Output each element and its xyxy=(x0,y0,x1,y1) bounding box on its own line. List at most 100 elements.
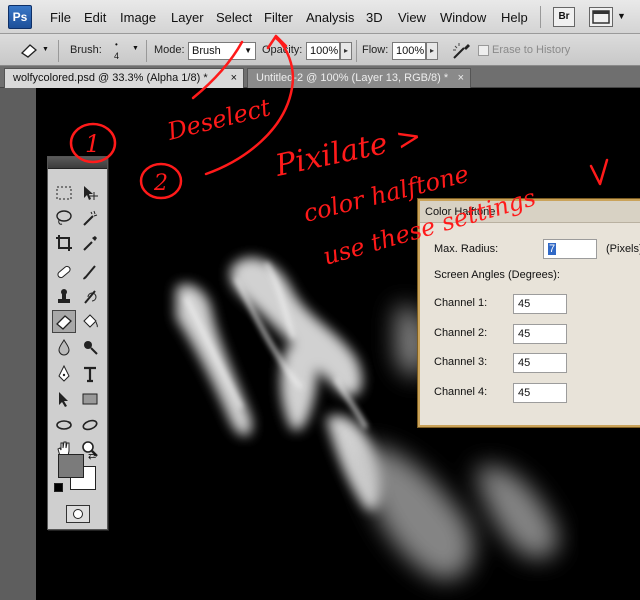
crop-tool[interactable] xyxy=(52,231,76,254)
default-colors-icon[interactable] xyxy=(54,483,63,492)
move-tool[interactable] xyxy=(78,181,102,204)
flow-slider-button[interactable]: ▸ xyxy=(426,42,438,60)
eraser-tool[interactable] xyxy=(52,310,76,333)
move-icon xyxy=(84,185,98,200)
eraser-tool-preset[interactable]: ▼ xyxy=(18,41,49,61)
menu-image[interactable]: Image xyxy=(120,10,156,25)
brush-preset-picker[interactable]: • 4 ▼ xyxy=(108,40,142,62)
brush-dot-icon: • xyxy=(115,40,118,49)
brush-tool[interactable] xyxy=(78,260,102,283)
blur-tool[interactable] xyxy=(52,335,76,358)
mode-select[interactable]: Brush ▼ xyxy=(188,42,256,60)
opacity-slider-button[interactable]: ▸ xyxy=(340,42,352,60)
3d-orbit-icon xyxy=(82,419,98,430)
foreground-color-swatch[interactable] xyxy=(58,454,84,478)
eraser-icon xyxy=(20,44,38,58)
path-selection-tool[interactable] xyxy=(52,387,76,410)
airbrush-button[interactable] xyxy=(450,40,472,62)
tools-panel-grip[interactable] xyxy=(48,157,107,169)
magic-wand-tool[interactable] xyxy=(78,206,102,229)
3d-rotate-icon xyxy=(56,419,72,430)
chevron-down-icon[interactable]: ▼ xyxy=(617,11,626,21)
menu-file[interactable]: File xyxy=(50,10,71,25)
menu-select[interactable]: Select xyxy=(216,10,252,25)
menu-layer[interactable]: Layer xyxy=(171,10,204,25)
menu-analysis[interactable]: Analysis xyxy=(306,10,354,25)
stamp-icon xyxy=(58,288,70,303)
bridge-button[interactable]: Br xyxy=(553,7,575,27)
menu-help[interactable]: Help xyxy=(501,10,528,25)
drop-icon xyxy=(58,338,70,355)
quick-mask-icon xyxy=(73,509,83,519)
tab-label: Untitled-2 @ 100% (Layer 13, RGB/8) * xyxy=(256,72,449,84)
paint-bucket-tool[interactable] xyxy=(78,310,102,333)
history-brush-tool[interactable] xyxy=(78,285,102,308)
flow-input[interactable]: 100% xyxy=(392,42,426,60)
screen-mode-button[interactable] xyxy=(589,7,613,27)
close-icon[interactable]: × xyxy=(458,69,464,88)
crop-icon xyxy=(56,234,72,251)
erase-to-history-label: Erase to History xyxy=(492,44,571,56)
document-tabs: wolfycolored.psd @ 33.3% (Alpha 1/8) * ×… xyxy=(0,66,640,88)
eyedropper-icon xyxy=(83,235,97,251)
channel-4-label: Channel 4: xyxy=(434,386,488,398)
3d-orbit-tool[interactable] xyxy=(78,413,102,436)
menu-separator xyxy=(540,6,541,28)
max-radius-label: Max. Radius: xyxy=(434,243,499,255)
dodge-tool[interactable] xyxy=(78,335,102,358)
rectangle-tool[interactable] xyxy=(78,387,102,410)
erase-to-history-checkbox[interactable] xyxy=(478,45,489,56)
channel-1-label: Channel 1: xyxy=(434,297,488,309)
lasso-icon xyxy=(56,209,72,225)
bandage-icon xyxy=(57,265,71,278)
channel-3-label: Channel 3: xyxy=(434,356,488,368)
options-bar: ▼ Brush: • 4 ▼ Mode: Brush ▼ Opacity: 10… xyxy=(0,34,640,66)
screen-mode-icon xyxy=(592,10,610,24)
pen-icon xyxy=(58,364,70,382)
max-radius-input[interactable]: 7 xyxy=(543,239,597,259)
channel-3-input[interactable]: 45 xyxy=(513,353,567,373)
dialog-title[interactable]: Color Halftone xyxy=(420,201,640,223)
magic-wand-icon xyxy=(83,210,98,226)
airbrush-icon xyxy=(453,43,470,59)
swap-colors-icon[interactable]: ⇄ xyxy=(88,451,96,462)
quick-mask-button[interactable] xyxy=(66,505,90,523)
tab-wolfycolored[interactable]: wolfycolored.psd @ 33.3% (Alpha 1/8) * × xyxy=(4,68,244,88)
menu-bar: Ps File Edit Image Layer Select Filter A… xyxy=(0,0,640,34)
menu-view[interactable]: View xyxy=(398,10,426,25)
eraser-icon xyxy=(56,314,72,330)
channel-1-input[interactable]: 45 xyxy=(513,294,567,314)
opacity-label: Opacity: xyxy=(262,44,303,56)
healing-brush-tool[interactable] xyxy=(52,260,76,283)
history-brush-icon xyxy=(84,289,97,304)
menu-edit[interactable]: Edit xyxy=(84,10,106,25)
options-separator xyxy=(356,40,357,62)
type-tool[interactable] xyxy=(78,362,102,385)
lasso-tool[interactable] xyxy=(52,206,76,229)
brush-label: Brush: xyxy=(70,44,102,56)
pen-tool[interactable] xyxy=(52,362,76,385)
tools-panel: ⇄ xyxy=(47,156,108,530)
menu-3d[interactable]: 3D xyxy=(366,10,383,25)
options-separator xyxy=(58,40,59,62)
close-icon[interactable]: × xyxy=(231,69,237,88)
eyedropper-tool[interactable] xyxy=(78,231,102,254)
mode-value: Brush xyxy=(192,45,221,57)
channel-2-input[interactable]: 45 xyxy=(513,324,567,344)
dodge-icon xyxy=(84,340,98,355)
3d-rotate-tool[interactable] xyxy=(52,413,76,436)
photoshop-logo[interactable]: Ps xyxy=(8,5,32,29)
chevron-down-icon: ▼ xyxy=(42,46,49,53)
chevron-down-icon: ▼ xyxy=(244,46,252,55)
marquee-icon xyxy=(56,186,72,199)
clone-stamp-tool[interactable] xyxy=(52,285,76,308)
marquee-tool[interactable] xyxy=(52,181,76,204)
color-halftone-dialog: Color Halftone Max. Radius: 7 (Pixels) S… xyxy=(418,199,640,427)
menu-filter[interactable]: Filter xyxy=(264,10,293,25)
tab-untitled-2[interactable]: Untitled-2 @ 100% (Layer 13, RGB/8) * × xyxy=(247,68,471,88)
menu-window[interactable]: Window xyxy=(440,10,486,25)
mode-label: Mode: xyxy=(154,44,185,56)
opacity-input[interactable]: 100% xyxy=(306,42,340,60)
screen-angles-label: Screen Angles (Degrees): xyxy=(434,269,560,281)
channel-4-input[interactable]: 45 xyxy=(513,383,567,403)
